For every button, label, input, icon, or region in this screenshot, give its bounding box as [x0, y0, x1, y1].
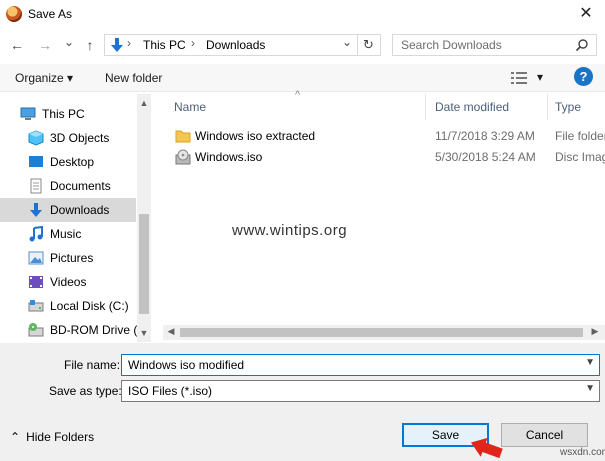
search-icon[interactable]	[575, 38, 589, 52]
file-list: ^ Name Date modified Type Windows iso ex…	[163, 89, 605, 340]
sidebar-item-label: Videos	[50, 275, 87, 289]
sidebar-item-local-disk[interactable]: Local Disk (C:)	[0, 294, 136, 318]
list-item[interactable]: Windows.iso 5/30/2018 5:24 AM Disc Image	[163, 149, 605, 169]
scroll-right-arrow[interactable]: ▶	[588, 326, 602, 337]
hide-folders-button[interactable]: ⌃ Hide Folders	[10, 430, 94, 444]
save-type-value: ISO Files (*.iso)	[128, 384, 213, 398]
cancel-button[interactable]: Cancel	[501, 423, 588, 447]
sidebar-item-bd-rom-drive[interactable]: BD-ROM Drive (I	[0, 318, 141, 342]
column-header-name[interactable]: Name	[174, 100, 206, 114]
address-segment-downloads[interactable]: Downloads	[206, 38, 265, 52]
desktop-icon	[29, 156, 43, 167]
file-name-field[interactable]: Windows iso modified ▼	[121, 354, 600, 376]
sidebar-item-label: 3D Objects	[50, 131, 110, 145]
disk-icon	[28, 300, 44, 312]
sidebar-item-label: Pictures	[50, 251, 94, 265]
download-icon	[30, 203, 42, 217]
red-arrow-pointer-icon	[470, 437, 503, 459]
sidebar-item-label: Documents	[50, 179, 111, 193]
sidebar-item-label: This PC	[42, 107, 85, 121]
back-button[interactable]: ←	[8, 36, 26, 54]
document-icon	[30, 178, 42, 194]
scroll-down-arrow[interactable]: ▼	[137, 328, 151, 338]
save-type-select[interactable]: ISO Files (*.iso) ▼	[121, 380, 600, 402]
sidebar-item-music[interactable]: Music	[0, 222, 136, 246]
music-icon	[29, 226, 43, 242]
scroll-up-arrow[interactable]: ▲	[137, 98, 151, 108]
refresh-button[interactable]: ↻	[363, 37, 374, 53]
file-date: 11/7/2018 3:29 AM	[435, 129, 535, 143]
chevron-up-icon: ⌃	[10, 430, 21, 444]
file-name: Windows.iso	[195, 150, 263, 164]
sidebar-item-documents[interactable]: Documents	[0, 174, 136, 198]
organize-button[interactable]: Organize ▾	[15, 71, 73, 85]
video-icon	[29, 276, 43, 288]
address-separator: ›	[127, 36, 131, 50]
list-item[interactable]: Windows iso extracted 11/7/2018 3:29 AM …	[163, 128, 605, 148]
sidebar-item-label: Music	[50, 227, 82, 241]
pc-icon	[20, 107, 36, 120]
view-options-icon[interactable]	[511, 72, 527, 84]
sidebar-scrollbar[interactable]: ▲ ▼	[137, 94, 151, 342]
file-name: Windows iso extracted	[195, 129, 316, 143]
help-button[interactable]: ?	[574, 67, 593, 86]
sidebar-item-label: BD-ROM Drive (I	[50, 323, 141, 337]
address-segment-this-pc[interactable]: This PC	[143, 38, 186, 52]
sidebar-item-label: Local Disk (C:)	[50, 299, 129, 313]
address-bar[interactable]: › This PC › Downloads ⌄ ↻	[104, 34, 381, 56]
title-bar: Save As ✕	[0, 0, 605, 30]
picture-icon	[28, 251, 44, 265]
scroll-left-arrow[interactable]: ◀	[164, 326, 178, 337]
hide-folders-label: Hide Folders	[26, 430, 95, 444]
watermark-wsxdn: wsxdn.com	[560, 447, 605, 458]
cube-icon	[28, 130, 44, 146]
window-title: Save As	[28, 7, 73, 21]
sidebar-item-desktop[interactable]: Desktop	[0, 150, 136, 174]
disc-image-icon	[175, 149, 191, 165]
sidebar-item-label: Desktop	[50, 155, 95, 169]
address-dropdown-button[interactable]: ⌄	[342, 35, 352, 49]
file-name-value: Windows iso modified	[128, 358, 245, 372]
address-separator: ›	[191, 36, 195, 50]
up-button[interactable]: ↑	[81, 36, 99, 54]
navigation-pane: This PC 3D Objects Desktop Documents Dow…	[0, 94, 150, 342]
chevron-down-icon[interactable]: ▼	[585, 357, 595, 368]
file-type: Disc Image	[555, 150, 605, 164]
forward-button[interactable]: →	[36, 36, 54, 54]
sort-indicator: ^	[295, 89, 301, 101]
recent-locations-button[interactable]: ⌄	[60, 33, 78, 51]
save-type-label: Save as type:	[49, 384, 122, 398]
file-list-scrollbar[interactable]: ◀ ▶	[163, 325, 605, 340]
command-toolbar: Organize ▾ New folder ▾ ?	[0, 64, 605, 92]
column-divider[interactable]	[425, 94, 426, 120]
sidebar-item-pictures[interactable]: Pictures	[0, 246, 136, 270]
search-box[interactable]: Search Downloads	[392, 34, 597, 56]
address-divider	[357, 35, 358, 55]
file-date: 5/30/2018 5:24 AM	[435, 150, 536, 164]
scrollbar-thumb[interactable]	[180, 328, 583, 337]
close-button[interactable]: ✕	[576, 4, 596, 24]
sidebar-item-label: Downloads	[50, 203, 110, 217]
sidebar-item-downloads[interactable]: Downloads	[0, 198, 136, 222]
file-name-label: File name:	[64, 358, 121, 372]
sidebar-item-this-pc[interactable]: This PC	[0, 102, 136, 126]
column-header-type[interactable]: Type	[555, 100, 581, 114]
column-divider[interactable]	[547, 94, 548, 120]
app-icon	[6, 6, 22, 22]
search-input[interactable]: Search Downloads	[401, 38, 502, 52]
column-header-date-modified[interactable]: Date modified	[435, 100, 509, 114]
file-type: File folder	[555, 129, 605, 143]
folder-icon	[175, 130, 191, 143]
chevron-down-icon[interactable]: ▼	[585, 383, 595, 394]
scrollbar-thumb[interactable]	[139, 214, 149, 314]
download-icon	[111, 38, 123, 52]
bdrom-icon	[28, 323, 44, 337]
sidebar-item-videos[interactable]: Videos	[0, 270, 136, 294]
watermark-wintips: www.wintips.org	[232, 222, 348, 239]
sidebar-item-3d-objects[interactable]: 3D Objects	[0, 126, 136, 150]
new-folder-button[interactable]: New folder	[105, 71, 162, 85]
view-dropdown-button[interactable]: ▾	[537, 70, 543, 84]
